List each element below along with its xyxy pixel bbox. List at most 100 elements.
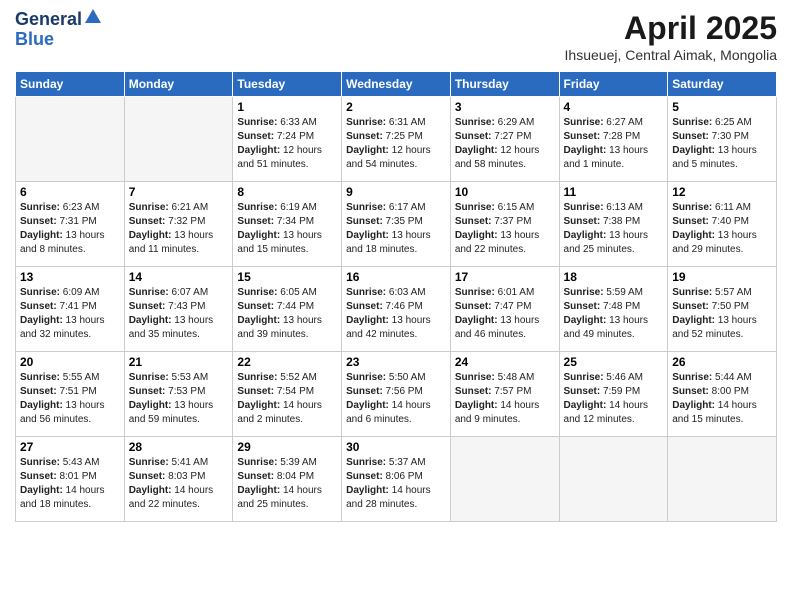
logo-text: General Blue [15,10,101,50]
day-of-week-saturday: Saturday [668,72,777,97]
day-cell [450,437,559,522]
day-cell: 5 Sunrise: 6:25 AMSunset: 7:30 PMDaylight… [668,97,777,182]
day-cell: 13Sunrise: 6:09 AMSunset: 7:41 PMDayligh… [16,267,125,352]
day-number: 18 [564,270,664,284]
header: General Blue April 2025 Ihsueuej, Centra… [15,10,777,63]
day-of-week-wednesday: Wednesday [342,72,451,97]
day-number: 16 [346,270,446,284]
day-info: Sunrise: 5:39 AMSunset: 8:04 PMDaylight:… [237,456,337,512]
day-number: 28 [129,440,229,454]
day-cell [124,97,233,182]
day-cell: 10 Sunrise: 6:15 AMSunset: 7:37 PMDayligh… [450,182,559,267]
week-row-2: 6 Sunrise: 6:23 AMSunset: 7:31 PMDaylight… [16,182,777,267]
day-info: Sunrise: 6:21 AMSunset: 7:32 PMDaylight:… [129,201,229,257]
day-cell: 15 Sunrise: 6:05 AMSunset: 7:44 PMDayligh… [233,267,342,352]
day-number: 1 [237,100,337,114]
day-of-week-tuesday: Tuesday [233,72,342,97]
day-of-week-friday: Friday [559,72,668,97]
day-info: Sunrise: 6:27 AMSunset: 7:28 PMDaylight:… [564,116,664,172]
day-cell: 23 Sunrise: 5:50 AMSunset: 7:56 PMDayligh… [342,352,451,437]
day-number: 25 [564,355,664,369]
day-info: Sunrise: 6:15 AMSunset: 7:37 PMDaylight:… [455,201,555,257]
day-info: Sunrise: 5:55 AMSunset: 7:51 PMDaylight:… [20,371,120,427]
day-number: 8 [237,185,337,199]
day-info: Sunrise: 6:05 AMSunset: 7:44 PMDaylight:… [237,286,337,342]
day-cell: 22 Sunrise: 5:52 AMSunset: 7:54 PMDayligh… [233,352,342,437]
day-info: Sunrise: 5:43 AMSunset: 8:01 PMDaylight:… [20,456,120,512]
main-title: April 2025 [565,10,777,47]
day-cell: 29 Sunrise: 5:39 AMSunset: 8:04 PMDayligh… [233,437,342,522]
day-info: Sunrise: 5:57 AMSunset: 7:50 PMDaylight:… [672,286,772,342]
day-of-week-thursday: Thursday [450,72,559,97]
day-info: Sunrise: 5:41 AMSunset: 8:03 PMDaylight:… [129,456,229,512]
day-cell: 2 Sunrise: 6:31 AMSunset: 7:25 PMDaylight… [342,97,451,182]
day-info: Sunrise: 5:59 AMSunset: 7:48 PMDaylight:… [564,286,664,342]
day-cell: 30 Sunrise: 5:37 AMSunset: 8:06 PMDayligh… [342,437,451,522]
day-number: 19 [672,270,772,284]
day-of-week-monday: Monday [124,72,233,97]
day-cell: 24 Sunrise: 5:48 AMSunset: 7:57 PMDayligh… [450,352,559,437]
day-cell: 1Sunrise: 6:33 AMSunset: 7:24 PMDaylight… [233,97,342,182]
day-number: 22 [237,355,337,369]
day-info: Sunrise: 6:07 AMSunset: 7:43 PMDaylight:… [129,286,229,342]
day-number: 4 [564,100,664,114]
day-number: 2 [346,100,446,114]
page: General Blue April 2025 Ihsueuej, Centra… [0,0,792,612]
day-cell: 6 Sunrise: 6:23 AMSunset: 7:31 PMDaylight… [16,182,125,267]
day-number: 24 [455,355,555,369]
day-info: Sunrise: 6:03 AMSunset: 7:46 PMDaylight:… [346,286,446,342]
day-cell: 11 Sunrise: 6:13 AMSunset: 7:38 PMDayligh… [559,182,668,267]
day-info: Sunrise: 6:25 AMSunset: 7:30 PMDaylight:… [672,116,772,172]
day-cell: 28 Sunrise: 5:41 AMSunset: 8:03 PMDayligh… [124,437,233,522]
week-row-5: 27 Sunrise: 5:43 AMSunset: 8:01 PMDayligh… [16,437,777,522]
day-info: Sunrise: 6:31 AMSunset: 7:25 PMDaylight:… [346,116,446,172]
week-row-3: 13Sunrise: 6:09 AMSunset: 7:41 PMDayligh… [16,267,777,352]
day-cell: 14 Sunrise: 6:07 AMSunset: 7:43 PMDayligh… [124,267,233,352]
day-cell: 12 Sunrise: 6:11 AMSunset: 7:40 PMDayligh… [668,182,777,267]
day-cell: 20 Sunrise: 5:55 AMSunset: 7:51 PMDayligh… [16,352,125,437]
day-cell: 16 Sunrise: 6:03 AMSunset: 7:46 PMDayligh… [342,267,451,352]
day-cell: 8 Sunrise: 6:19 AMSunset: 7:34 PMDaylight… [233,182,342,267]
day-of-week-sunday: Sunday [16,72,125,97]
day-number: 15 [237,270,337,284]
day-cell: 27 Sunrise: 5:43 AMSunset: 8:01 PMDayligh… [16,437,125,522]
day-cell: 17Sunrise: 6:01 AMSunset: 7:47 PMDayligh… [450,267,559,352]
day-number: 27 [20,440,120,454]
day-number: 29 [237,440,337,454]
day-number: 11 [564,185,664,199]
day-info: Sunrise: 6:13 AMSunset: 7:38 PMDaylight:… [564,201,664,257]
day-number: 20 [20,355,120,369]
day-cell: 4 Sunrise: 6:27 AMSunset: 7:28 PMDaylight… [559,97,668,182]
day-info: Sunrise: 6:17 AMSunset: 7:35 PMDaylight:… [346,201,446,257]
day-number: 14 [129,270,229,284]
day-number: 12 [672,185,772,199]
calendar-table: SundayMondayTuesdayWednesdayThursdayFrid… [15,71,777,522]
day-cell [668,437,777,522]
day-info: Sunrise: 6:19 AMSunset: 7:34 PMDaylight:… [237,201,337,257]
day-info: Sunrise: 5:37 AMSunset: 8:06 PMDaylight:… [346,456,446,512]
day-number: 6 [20,185,120,199]
day-cell [559,437,668,522]
day-cell: 18 Sunrise: 5:59 AMSunset: 7:48 PMDayligh… [559,267,668,352]
calendar-header-row: SundayMondayTuesdayWednesdayThursdayFrid… [16,72,777,97]
day-number: 5 [672,100,772,114]
day-cell: 9Sunrise: 6:17 AMSunset: 7:35 PMDaylight… [342,182,451,267]
day-cell: 25Sunrise: 5:46 AMSunset: 7:59 PMDayligh… [559,352,668,437]
day-number: 30 [346,440,446,454]
title-block: April 2025 Ihsueuej, Central Aimak, Mong… [565,10,777,63]
day-info: Sunrise: 6:23 AMSunset: 7:31 PMDaylight:… [20,201,120,257]
day-number: 13 [20,270,120,284]
day-info: Sunrise: 5:44 AMSunset: 8:00 PMDaylight:… [672,371,772,427]
day-cell: 21Sunrise: 5:53 AMSunset: 7:53 PMDayligh… [124,352,233,437]
day-number: 7 [129,185,229,199]
day-number: 23 [346,355,446,369]
day-cell [16,97,125,182]
week-row-1: 1Sunrise: 6:33 AMSunset: 7:24 PMDaylight… [16,97,777,182]
subtitle: Ihsueuej, Central Aimak, Mongolia [565,47,777,63]
day-info: Sunrise: 5:50 AMSunset: 7:56 PMDaylight:… [346,371,446,427]
day-info: Sunrise: 5:48 AMSunset: 7:57 PMDaylight:… [455,371,555,427]
day-info: Sunrise: 5:52 AMSunset: 7:54 PMDaylight:… [237,371,337,427]
day-number: 17 [455,270,555,284]
day-info: Sunrise: 6:11 AMSunset: 7:40 PMDaylight:… [672,201,772,257]
day-number: 10 [455,185,555,199]
